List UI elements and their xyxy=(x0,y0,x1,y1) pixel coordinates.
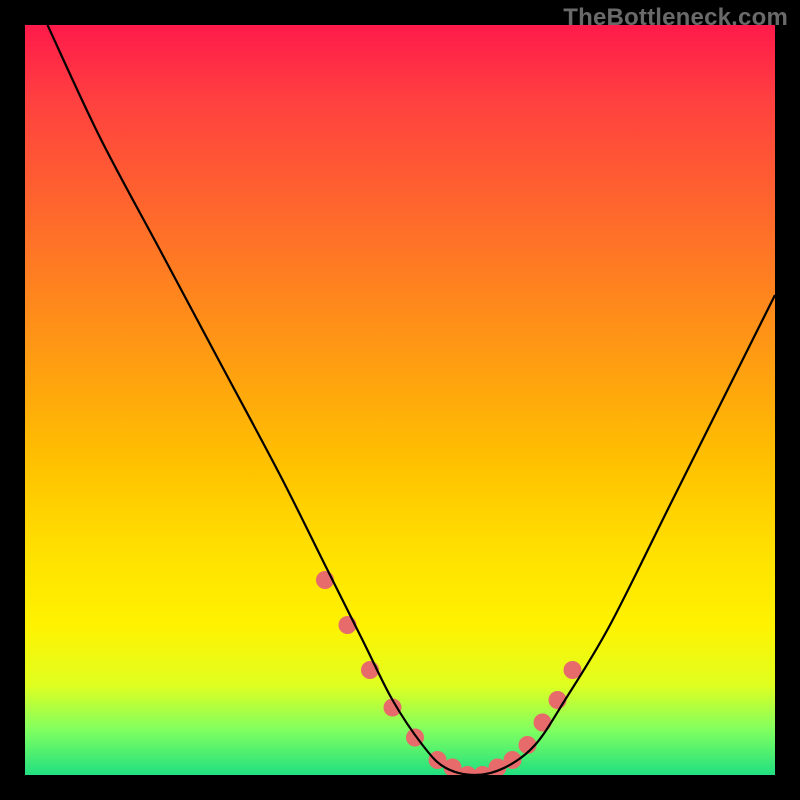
curve-svg xyxy=(25,25,775,775)
plot-area xyxy=(25,25,775,775)
highlight-dot xyxy=(534,714,552,732)
dots-group xyxy=(316,571,582,775)
watermark-text: TheBottleneck.com xyxy=(563,4,788,32)
chart-container: TheBottleneck.com xyxy=(0,0,800,800)
bottleneck-curve-path xyxy=(48,25,776,775)
